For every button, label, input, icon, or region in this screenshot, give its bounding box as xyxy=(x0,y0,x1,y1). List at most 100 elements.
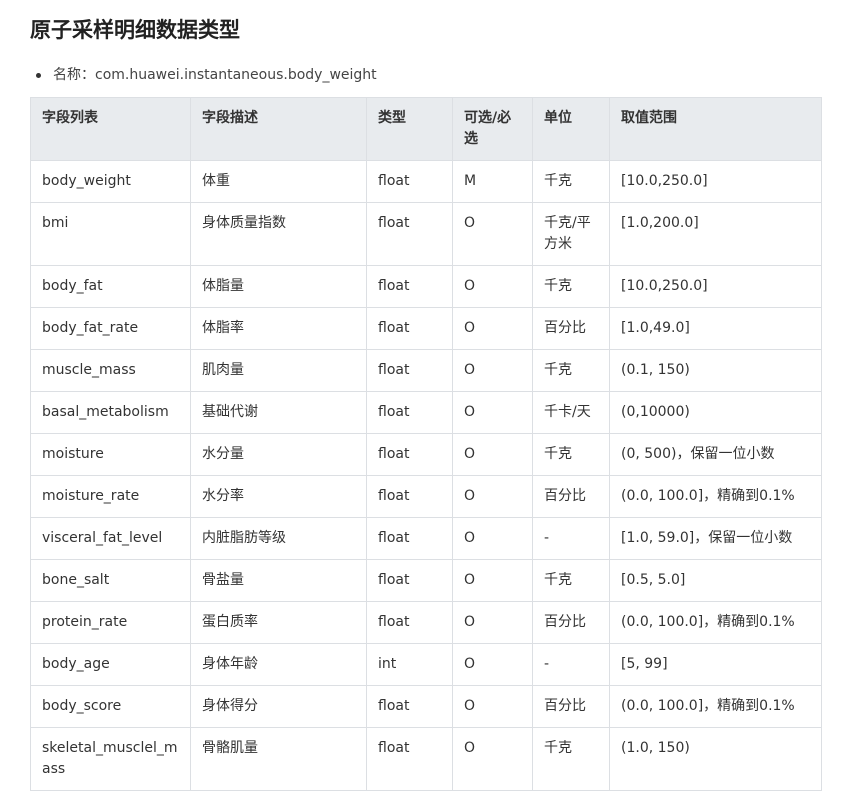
cell-unit: - xyxy=(532,517,610,560)
cell-type: float xyxy=(366,265,453,308)
cell-field-description: 水分量 xyxy=(190,433,367,476)
table-row: basal_metabolism 基础代谢 float O 千卡/天 (0,10000) xyxy=(30,391,822,434)
cell-optional-required: O xyxy=(452,475,533,518)
cell-unit: 百分比 xyxy=(532,685,610,728)
cell-field-description: 蛋白质率 xyxy=(190,601,367,644)
cell-unit: 千克 xyxy=(532,349,610,392)
cell-optional-required: O xyxy=(452,433,533,476)
cell-field-description: 身体得分 xyxy=(190,685,367,728)
name-list-item: 名称：com.huawei.instantaneous.body_weight xyxy=(36,64,377,84)
cell-unit: 百分比 xyxy=(532,601,610,644)
table-row: body_score 身体得分 float O 百分比 (0.0, 100.0]，精确到0… xyxy=(30,685,822,728)
cell-optional-required: O xyxy=(452,517,533,560)
cell-value-range: [1.0,200.0] xyxy=(609,202,822,266)
cell-type: float xyxy=(366,391,453,434)
cell-value-range: [1.0, 59.0]，保留一位小数 xyxy=(609,517,822,560)
header-type: 类型 xyxy=(366,97,453,161)
cell-optional-required: O xyxy=(452,349,533,392)
table-row: bone_salt 骨盐量 float O 千克 [0.5, 5.0] xyxy=(30,559,822,602)
cell-unit: 千克 xyxy=(532,265,610,308)
cell-unit: 千克/平方米 xyxy=(532,202,610,266)
cell-type: float xyxy=(366,307,453,350)
cell-field-name: body_score xyxy=(30,685,191,728)
cell-optional-required: O xyxy=(452,307,533,350)
cell-optional-required: O xyxy=(452,601,533,644)
header-value-range: 取值范围 xyxy=(609,97,822,161)
cell-value-range: (0.1, 150) xyxy=(609,349,822,392)
cell-field-name: moisture_rate xyxy=(30,475,191,518)
cell-type: float xyxy=(366,517,453,560)
cell-value-range: (0,10000) xyxy=(609,391,822,434)
cell-field-name: moisture xyxy=(30,433,191,476)
cell-field-description: 骨盐量 xyxy=(190,559,367,602)
cell-field-name: visceral_fat_level xyxy=(30,517,191,560)
table-row: muscle_mass 肌肉量 float O 千克 (0.1, 150) xyxy=(30,349,822,392)
table-row: skeletal_musclel_mass 骨骼肌量 float O 千克 (1.0, 1… xyxy=(30,727,822,791)
cell-field-description: 肌肉量 xyxy=(190,349,367,392)
cell-unit: 千克 xyxy=(532,433,610,476)
cell-unit: 千克 xyxy=(532,727,610,791)
cell-unit: - xyxy=(532,643,610,686)
cell-type: float xyxy=(366,685,453,728)
header-optional-required: 可选/必选 xyxy=(452,97,533,161)
cell-value-range: (0, 500)，保留一位小数 xyxy=(609,433,822,476)
cell-field-description: 内脏脂肪等级 xyxy=(190,517,367,560)
cell-unit: 百分比 xyxy=(532,475,610,518)
cell-field-description: 水分率 xyxy=(190,475,367,518)
cell-field-description: 基础代谢 xyxy=(190,391,367,434)
cell-field-description: 体脂率 xyxy=(190,307,367,350)
cell-field-name: muscle_mass xyxy=(30,349,191,392)
data-type-table: 字段列表 字段描述 类型 可选/必选 单位 取值范围 body_weight 体重 float… xyxy=(30,97,822,791)
cell-field-description: 身体年龄 xyxy=(190,643,367,686)
cell-optional-required: O xyxy=(452,559,533,602)
cell-field-name: body_fat_rate xyxy=(30,307,191,350)
cell-field-description: 体重 xyxy=(190,160,367,203)
cell-field-description: 身体质量指数 xyxy=(190,202,367,266)
cell-optional-required: O xyxy=(452,727,533,791)
cell-optional-required: O xyxy=(452,265,533,308)
cell-optional-required: O xyxy=(452,202,533,266)
cell-field-name: basal_metabolism xyxy=(30,391,191,434)
table-row: body_fat_rate 体脂率 float O 百分比 [1.0,49.0] xyxy=(30,307,822,350)
table-row: bmi 身体质量指数 float O 千克/平方米 [1.0,200.0] xyxy=(30,202,822,266)
cell-value-range: [10.0,250.0] xyxy=(609,265,822,308)
cell-type: float xyxy=(366,202,453,266)
cell-type: float xyxy=(366,433,453,476)
table-row: body_weight 体重 float M 千克 [10.0,250.0] xyxy=(30,160,822,203)
table-row: body_age 身体年龄 int O - [5, 99] xyxy=(30,643,822,686)
table-row: moisture 水分量 float O 千克 (0, 500)，保留一位小数 xyxy=(30,433,822,476)
header-field-description: 字段描述 xyxy=(190,97,367,161)
cell-field-name: bmi xyxy=(30,202,191,266)
cell-field-name: bone_salt xyxy=(30,559,191,602)
cell-optional-required: M xyxy=(452,160,533,203)
cell-optional-required: O xyxy=(452,391,533,434)
cell-optional-required: O xyxy=(452,643,533,686)
cell-field-name: body_fat xyxy=(30,265,191,308)
cell-field-name: body_weight xyxy=(30,160,191,203)
cell-value-range: (1.0, 150) xyxy=(609,727,822,791)
cell-field-name: skeletal_musclel_mass xyxy=(30,727,191,791)
cell-type: float xyxy=(366,475,453,518)
cell-unit: 千克 xyxy=(532,160,610,203)
cell-type: float xyxy=(366,727,453,791)
cell-type: int xyxy=(366,643,453,686)
cell-type: float xyxy=(366,349,453,392)
cell-value-range: [10.0,250.0] xyxy=(609,160,822,203)
cell-value-range: [1.0,49.0] xyxy=(609,307,822,350)
header-unit: 单位 xyxy=(532,97,610,161)
cell-value-range: (0.0, 100.0]，精确到0.1% xyxy=(609,601,822,644)
cell-field-description: 体脂量 xyxy=(190,265,367,308)
cell-field-name: body_age xyxy=(30,643,191,686)
cell-unit: 千克 xyxy=(532,559,610,602)
table-row: visceral_fat_level 内脏脂肪等级 float O - [1.0, 59.… xyxy=(30,517,822,560)
cell-value-range: [5, 99] xyxy=(609,643,822,686)
header-field-name: 字段列表 xyxy=(30,97,191,161)
cell-value-range: [0.5, 5.0] xyxy=(609,559,822,602)
cell-unit: 千卡/天 xyxy=(532,391,610,434)
table-row: protein_rate 蛋白质率 float O 百分比 (0.0, 100.0]，精确… xyxy=(30,601,822,644)
cell-optional-required: O xyxy=(452,685,533,728)
cell-type: float xyxy=(366,559,453,602)
table-header-row: 字段列表 字段描述 类型 可选/必选 单位 取值范围 xyxy=(30,97,822,161)
page-title: 原子采样明细数据类型 xyxy=(30,18,240,42)
cell-value-range: (0.0, 100.0]，精确到0.1% xyxy=(609,475,822,518)
